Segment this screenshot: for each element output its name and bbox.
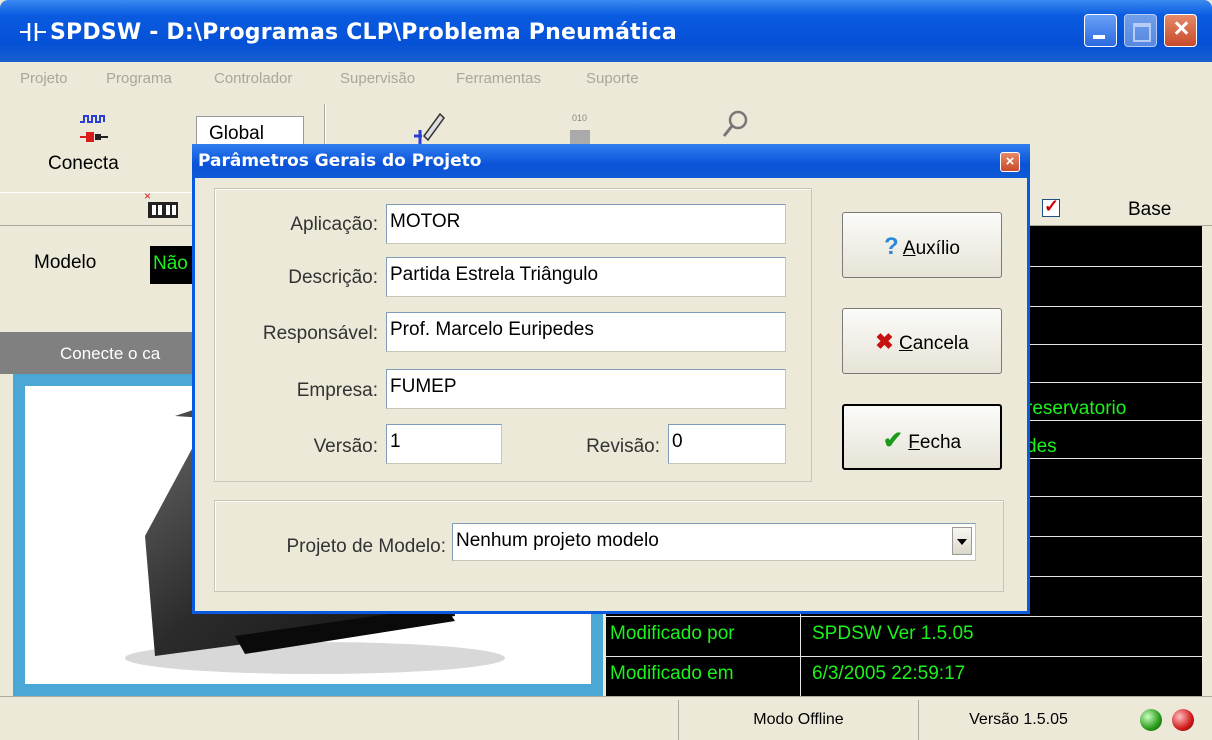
menu-ferramentas[interactable]: Ferramentas — [456, 70, 541, 87]
close-dialog-button-label: echa — [919, 432, 962, 453]
help-icon: ? — [884, 233, 899, 260]
io-module-icon[interactable]: × — [144, 189, 184, 224]
grid-value: des — [1026, 436, 1057, 457]
menu-controlador[interactable]: Controlador — [214, 70, 292, 87]
empresa-label: Empresa: — [296, 380, 378, 401]
version-status: Versão 1.5.05 — [918, 700, 1118, 740]
help-button[interactable]: ? Auxílio — [842, 212, 1002, 278]
close-dialog-button[interactable]: ✔ Fecha — [842, 404, 1002, 470]
grid-key: Modificado em — [610, 663, 734, 684]
versao-field[interactable]: 1 — [386, 424, 502, 464]
dialog-close-button[interactable]: × — [1000, 152, 1020, 172]
base-label: Base — [1128, 199, 1172, 220]
edit-icon[interactable] — [412, 106, 446, 146]
base-checkbox[interactable]: ✓ — [1042, 196, 1060, 217]
dialog-title: Parâmetros Gerais do Projeto — [198, 151, 482, 171]
descricao-label: Descrição: — [288, 267, 378, 288]
status-led-red-icon — [1172, 709, 1194, 731]
conecta-label[interactable]: Conecta — [48, 153, 119, 175]
window-title: SPDSW - D:\Programas CLP\Problema Pneumá… — [50, 20, 677, 45]
help-button-mnemonic: A — [902, 238, 916, 259]
versao-label: Versão: — [313, 436, 378, 457]
menu-supervisao[interactable]: Supervisão — [340, 70, 415, 87]
revisao-field[interactable]: 0 — [668, 424, 786, 464]
cancel-button-label: ancela — [912, 333, 969, 354]
close-icon: × — [1173, 13, 1190, 43]
compile-icon[interactable]: 010 — [566, 112, 612, 146]
grid-value: 6/3/2005 22:59:17 — [812, 663, 966, 684]
empresa-field[interactable]: FUMEP — [386, 369, 786, 409]
cancel-button-mnemonic: C — [898, 333, 913, 354]
grid-value: reservatorio — [1026, 398, 1127, 419]
grid-line — [606, 656, 1202, 657]
check-icon: ✓ — [1044, 196, 1060, 216]
status-led-green-icon — [1140, 709, 1162, 731]
chevron-down-icon[interactable] — [952, 527, 972, 555]
menu-suporte[interactable]: Suporte — [586, 70, 639, 87]
grid-key: Modificado por — [610, 623, 735, 644]
cancel-button[interactable]: ✖ Cancela — [842, 308, 1002, 374]
cancel-icon: ✖ — [875, 329, 894, 354]
aplicacao-field[interactable]: MOTOR — [386, 204, 786, 244]
minimize-button[interactable] — [1084, 14, 1117, 47]
template-project-label: Projeto de Modelo: — [286, 536, 447, 557]
grid-line — [606, 616, 1202, 617]
close-icon: × — [1005, 153, 1015, 170]
menu-programa[interactable]: Programa — [106, 70, 172, 87]
maximize-button[interactable] — [1124, 14, 1157, 47]
close-dialog-button-mnemonic: F — [908, 432, 920, 453]
descricao-field[interactable]: Partida Estrela Triângulo — [386, 257, 786, 297]
connect-icon[interactable] — [78, 112, 110, 152]
svg-text:×: × — [144, 190, 151, 203]
menu-projeto[interactable]: Projeto — [20, 70, 68, 87]
checkmark-icon: ✔ — [882, 427, 903, 454]
help-button-label: uxílio — [915, 238, 960, 259]
aplicacao-label: Aplicação: — [290, 214, 378, 235]
responsavel-field[interactable]: Prof. Marcelo Euripedes — [386, 312, 786, 352]
menu-bar: Projeto Programa Controlador Supervisão … — [0, 62, 1212, 96]
responsavel-label: Responsável: — [262, 323, 378, 344]
grid-value: SPDSW Ver 1.5.05 — [812, 623, 974, 644]
mode-status: Modo Offline — [678, 700, 918, 740]
search-icon[interactable] — [720, 106, 754, 146]
modelo-label: Modelo — [34, 252, 97, 273]
app-icon — [18, 20, 48, 44]
revisao-label: Revisão: — [586, 436, 660, 457]
template-project-select[interactable]: Nenhum projeto modelo — [452, 523, 976, 561]
modelo-value: Não — [150, 246, 194, 284]
close-button[interactable]: × — [1164, 13, 1197, 47]
svg-text:010: 010 — [572, 113, 587, 123]
